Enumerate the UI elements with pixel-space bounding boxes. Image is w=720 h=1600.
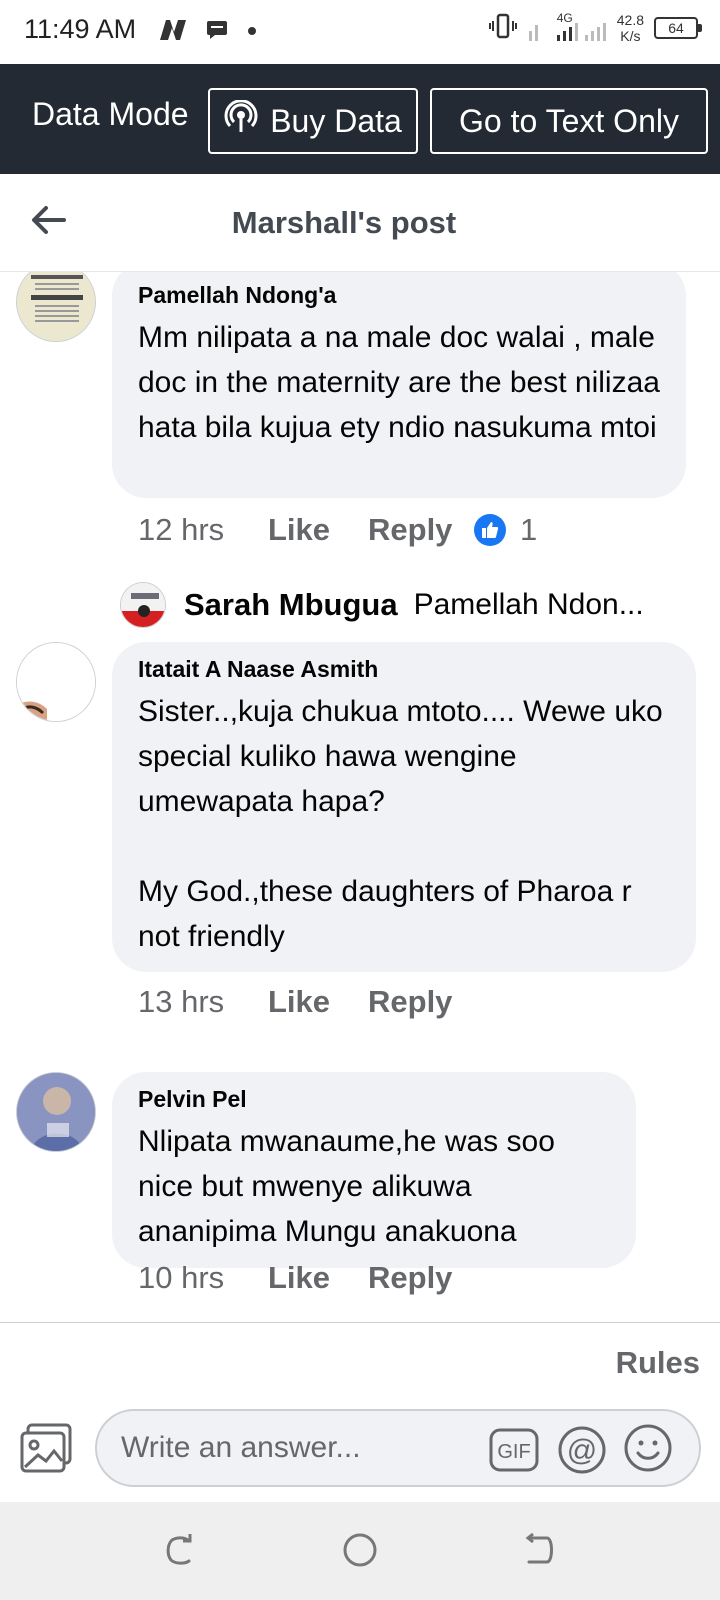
data-mode-label: Data Mode <box>32 96 189 132</box>
comment-bubble[interactable]: Itatait A Naase Asmith Sister..,kuja chu… <box>112 642 696 972</box>
comment-text: Nlipata mwanaume,he was soo nice but mwe… <box>138 1125 564 1248</box>
buy-data-button[interactable]: Buy Data <box>208 88 418 154</box>
n-logo-icon <box>158 18 188 47</box>
answer-composer: Rules GIF @ <box>0 1322 720 1502</box>
reaction-count: 1 <box>520 512 538 547</box>
status-bar: 11:49 AM 4G 42.8 K/s 64 <box>0 0 720 64</box>
like-button[interactable]: Like <box>268 1260 368 1296</box>
home-icon <box>342 1532 378 1573</box>
battery-icon: 64 <box>654 17 702 39</box>
avatar[interactable] <box>16 642 96 722</box>
like-button[interactable]: Like <box>268 512 368 548</box>
reply-button[interactable]: Reply <box>368 512 474 548</box>
comment-author[interactable]: Pamellah Ndong'a <box>138 282 660 309</box>
reply-author[interactable]: Sarah Mbugua <box>184 587 398 623</box>
like-button[interactable]: Like <box>268 984 368 1020</box>
recents-icon <box>163 1533 197 1572</box>
reply-button[interactable]: Reply <box>368 1260 474 1296</box>
gif-label: GIF <box>497 1441 530 1463</box>
answer-input[interactable] <box>121 1425 461 1471</box>
back-nav-button[interactable] <box>518 1530 562 1574</box>
dot-icon <box>246 24 258 42</box>
comment-time[interactable]: 10 hrs <box>138 1260 268 1296</box>
comment-time[interactable]: 13 hrs <box>138 984 268 1020</box>
reply-text: Pamellah Ndon... <box>413 588 644 621</box>
network-type: 4G <box>556 11 573 25</box>
message-icon <box>206 20 228 45</box>
gif-button[interactable]: GIF <box>489 1425 539 1475</box>
post-header: Marshall's post <box>0 174 720 272</box>
reaction-summary[interactable]: 1 <box>474 512 537 548</box>
avatar[interactable] <box>16 1072 96 1152</box>
thumbs-up-icon <box>474 514 506 546</box>
buy-data-label: Buy Data <box>270 102 402 139</box>
comment-actions: 10 hrs Like Reply <box>138 1260 474 1296</box>
status-time: 11:49 AM <box>24 14 137 44</box>
avatar <box>120 582 166 628</box>
comment-bubble[interactable]: Pamellah Ndong'a Mm nilipata a na male d… <box>112 272 686 498</box>
system-nav-bar <box>0 1502 720 1600</box>
comment-list: Pamellah Ndong'a Mm nilipata a na male d… <box>0 272 720 1322</box>
emoji-button[interactable] <box>623 1423 673 1478</box>
comment-author[interactable]: Itatait A Naase Asmith <box>138 656 670 683</box>
home-button[interactable] <box>338 1530 382 1574</box>
text-only-button[interactable]: Go to Text Only <box>430 88 708 154</box>
net-speed: 42.8 K/s <box>616 12 644 44</box>
rules-link[interactable]: Rules <box>616 1345 700 1381</box>
smile-icon <box>623 1423 673 1478</box>
data-mode-bar: Data Mode Buy Data Go to Text Only <box>0 64 720 174</box>
vibrate-icon <box>488 13 517 44</box>
comment-author[interactable]: Pelvin Pel <box>138 1086 610 1113</box>
comment-actions: 13 hrs Like Reply <box>138 984 474 1020</box>
broadcast-icon <box>224 99 258 142</box>
photo-button[interactable] <box>20 1423 74 1473</box>
page-title: Marshall's post <box>231 205 457 240</box>
mention-button[interactable]: @ <box>557 1425 607 1475</box>
photo-icon <box>20 1423 74 1477</box>
reply-preview[interactable]: Sarah Mbugua Pamellah Ndon... <box>120 582 680 628</box>
comment-time[interactable]: 12 hrs <box>138 512 268 548</box>
back-nav-icon <box>523 1532 557 1572</box>
avatar[interactable] <box>16 272 96 342</box>
reply-button[interactable]: Reply <box>368 984 474 1020</box>
recents-button[interactable] <box>158 1530 202 1574</box>
comment-actions: 12 hrs Like Reply 1 <box>138 512 537 548</box>
mention-label: @ <box>567 1434 597 1467</box>
answer-box: GIF @ <box>95 1409 701 1487</box>
signal-icon: 4G <box>527 11 607 43</box>
comment-text: Sister..,kuja chukua mtoto.... Wewe uko … <box>138 695 663 953</box>
comment-text: Mm nilipata a na male doc walai , male d… <box>138 321 669 444</box>
comment-bubble[interactable]: Pelvin Pel Nlipata mwanaume,he was soo n… <box>112 1072 636 1268</box>
